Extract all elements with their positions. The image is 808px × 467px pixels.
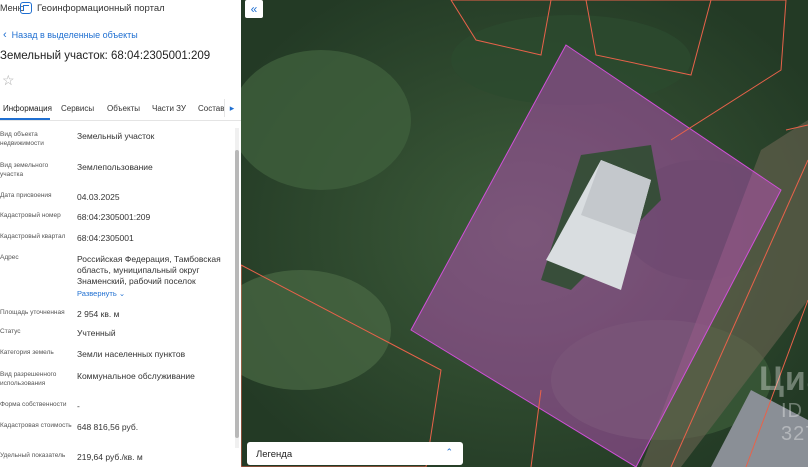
tab-info[interactable]: Информация [3,104,52,113]
portal-logo-icon [20,2,32,14]
info-value: 648 816,56 руб. [77,422,139,432]
info-value: 68:04:2305001 [77,233,134,243]
info-label: Кадастровый квартал [0,233,66,240]
watermark-id: ID 327921072 [781,400,808,445]
info-value: Земельный участок [77,131,155,141]
top-bar: Меню Геоинформационный портал [0,0,241,18]
map-canvas [241,0,808,467]
info-label: Вид земельного участка [0,162,49,178]
info-label: Кадастровый номер [0,212,61,219]
favorite-star-icon[interactable]: ☆ [2,72,15,89]
info-value: Российская Федерация, Тамбовская область… [77,254,237,299]
expand-label: Развернуть [77,289,117,298]
info-value: 219,64 руб./кв. м [77,452,143,462]
info-value: 68:04:2305001:209 [77,212,151,222]
active-tab-indicator [0,118,50,120]
info-value: - [77,401,80,411]
info-value: Земли населенных пунктов [77,349,186,359]
info-value: Землепользование [77,162,153,172]
tab-services[interactable]: Сервисы [61,104,94,113]
info-value: Коммунальное обслуживание [77,371,195,381]
info-value: 04.03.2025 [77,192,120,202]
info-label: Кадастровая стоимость [0,422,72,429]
portal-title: Геоинформационный портал [37,3,165,14]
info-label: Категория земель [0,349,54,356]
info-value: 2 954 кв. м [77,309,120,319]
info-label: Площадь уточненная [0,309,65,316]
satellite-map[interactable]: Циан ID 327921072 [241,0,808,467]
info-label: Удельный показатель [0,452,66,459]
info-label: Вид разрешенного использования [0,371,57,387]
chevron-down-icon: ⌄ [118,289,126,298]
legend-label: Легенда [256,449,293,460]
info-label: Вид объекта недвижимости [0,131,44,147]
tab-objects[interactable]: Объекты [107,104,140,113]
tab-bar: Информация Сервисы Объекты Части ЗУ Сост… [0,98,241,121]
info-label: Статус [0,328,21,335]
address-text: Российская Федерация, Тамбовская область… [77,254,221,286]
info-panel: Меню Геоинформационный портал ‹ Назад в … [0,0,241,467]
tabs-scroll-right-icon[interactable]: ▸ [224,99,239,117]
object-title: Земельный участок: 68:04:2305001:209 [0,50,211,62]
info-value: Учтенный [77,328,116,338]
tab-parts[interactable]: Части ЗУ [152,104,186,113]
info-label: Адрес [0,254,19,261]
chevron-up-icon: ⌃ [445,447,453,457]
back-link-label: Назад в выделенные объекты [11,30,138,40]
panel-scrollbar-thumb[interactable] [235,150,239,438]
collapse-panel-button[interactable]: « [245,0,263,18]
back-link[interactable]: ‹ Назад в выделенные объекты [3,28,138,41]
info-label: Дата присвоения [0,192,52,199]
watermark-brand: Циан [759,360,808,398]
info-label: Форма собственности [0,401,67,408]
chevron-left-icon: ‹ [3,28,7,41]
legend-panel[interactable]: Легенда ⌃ [247,442,463,465]
tab-composition[interactable]: Состав [198,104,225,113]
expand-address-link[interactable]: Развернуть ⌄ [77,288,237,299]
